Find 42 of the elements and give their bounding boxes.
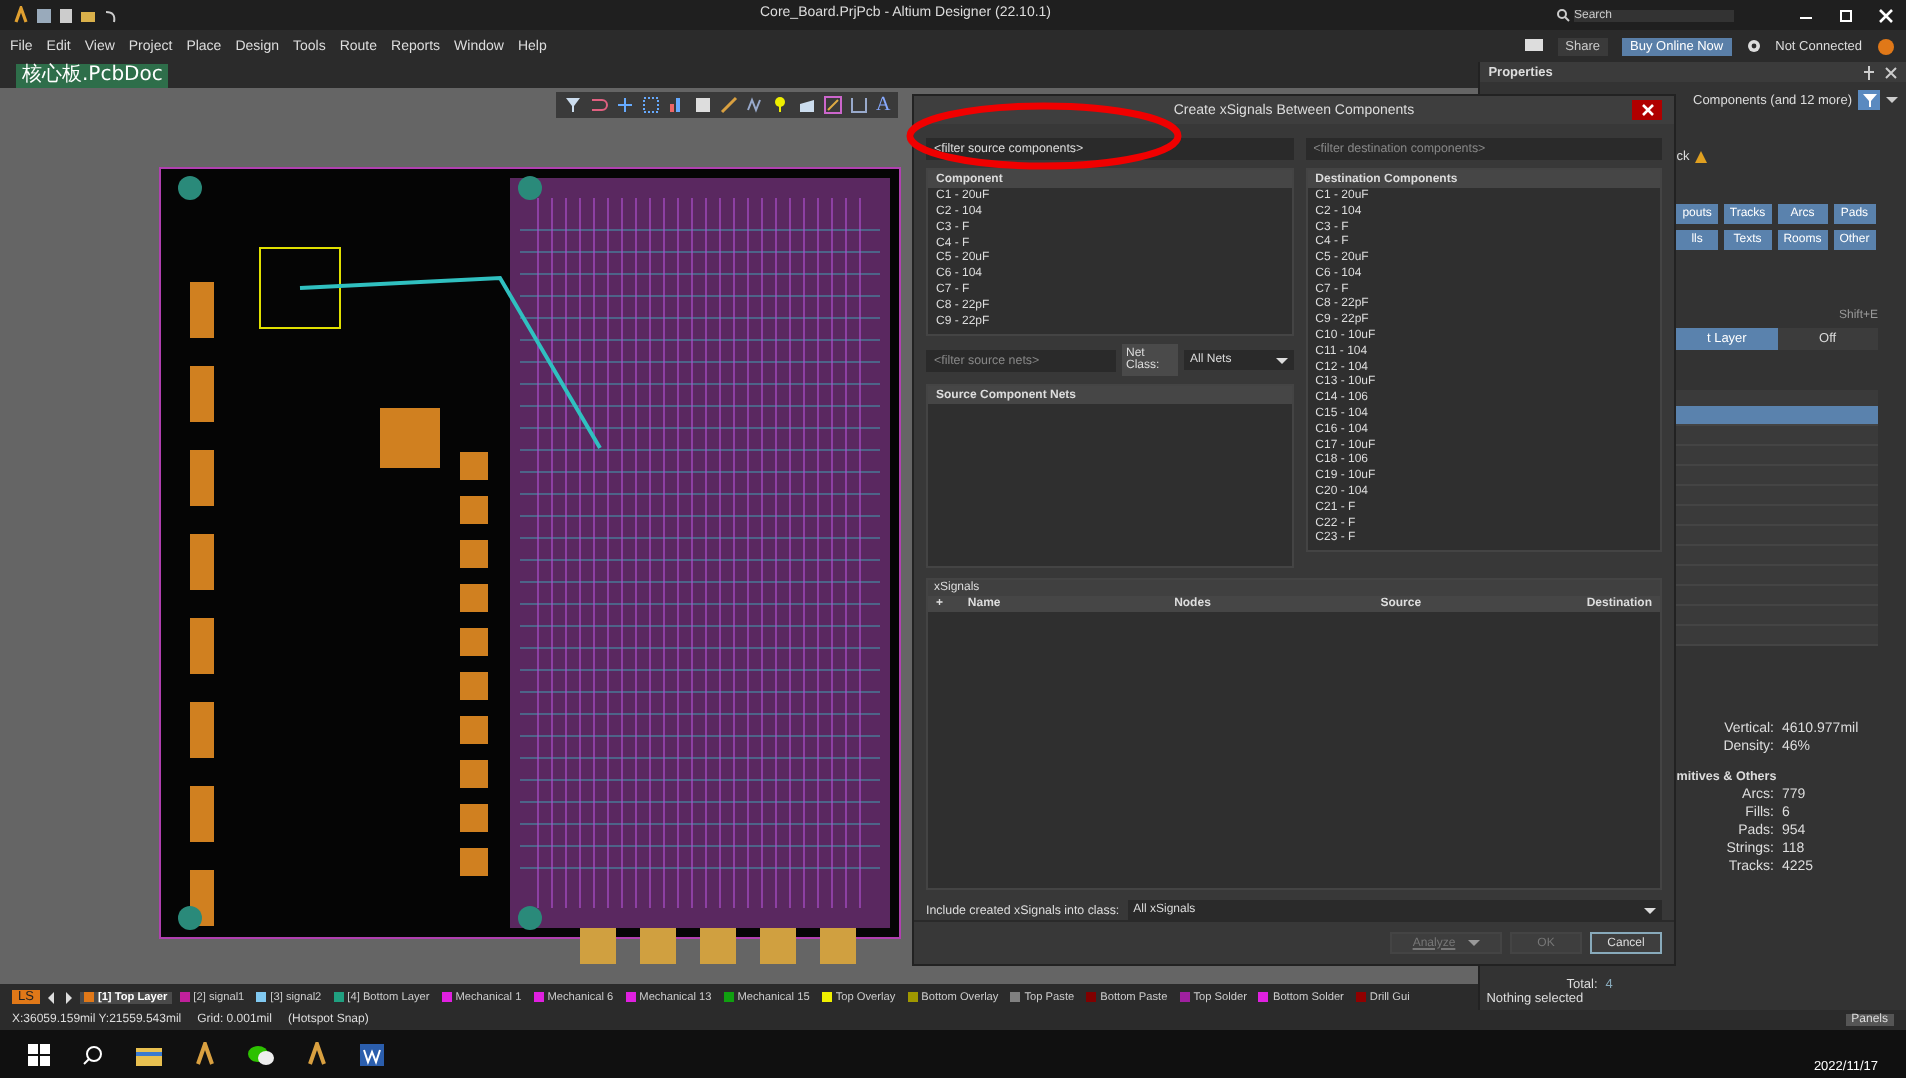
- maximize-icon[interactable]: [1838, 7, 1854, 23]
- diagonal-box-icon[interactable]: [824, 96, 842, 114]
- pin-icon[interactable]: [1862, 65, 1876, 79]
- close-icon[interactable]: [1884, 65, 1898, 79]
- line-icon[interactable]: [720, 96, 738, 114]
- route-icon[interactable]: [590, 96, 608, 114]
- next-icon[interactable]: [61, 989, 76, 1005]
- filter-icon[interactable]: [564, 96, 582, 114]
- settings-icon[interactable]: [1745, 38, 1762, 54]
- word-document-icon[interactable]: [360, 1043, 384, 1065]
- app-logo-icon[interactable]: [306, 1042, 328, 1066]
- filter-icon: [1861, 92, 1877, 108]
- folder-icon[interactable]: [80, 7, 96, 23]
- windows-start-icon[interactable]: [28, 1043, 50, 1065]
- app-logo-icon: [12, 6, 30, 24]
- text-tool[interactable]: A: [876, 96, 891, 114]
- app-logo-icon[interactable]: [194, 1042, 216, 1066]
- warning-icon: [1693, 150, 1708, 164]
- undo-icon[interactable]: [102, 7, 118, 23]
- pin-icon[interactable]: [772, 96, 790, 114]
- chat-bubbles-icon[interactable]: [248, 1043, 274, 1065]
- close-button[interactable]: [1632, 100, 1662, 120]
- square-icon[interactable]: [694, 96, 712, 114]
- bar-chart-icon[interactable]: [668, 96, 686, 114]
- previous-icon[interactable]: [43, 989, 58, 1005]
- search-icon[interactable]: [82, 1043, 104, 1065]
- dropdown-caret-icon: [1275, 355, 1288, 366]
- dropdown-caret-icon: [1467, 938, 1480, 948]
- shape-icon[interactable]: [798, 96, 816, 114]
- plus-icon[interactable]: [616, 96, 634, 114]
- select-rectangle-icon[interactable]: [642, 96, 660, 114]
- search-icon: [1556, 8, 1570, 22]
- filter-button[interactable]: [1858, 90, 1880, 110]
- user-icon[interactable]: [1876, 37, 1896, 55]
- dropdown-caret-icon: [1644, 905, 1656, 915]
- wave-icon[interactable]: [746, 96, 764, 114]
- list-row[interactable]: [1676, 406, 1878, 426]
- close-icon: [1641, 104, 1653, 116]
- frame-icon[interactable]: [850, 96, 868, 114]
- dropdown-caret-icon[interactable]: [1886, 94, 1898, 106]
- document-tab[interactable]: 核心板.PcbDoc: [16, 64, 169, 88]
- folder-icon[interactable]: [136, 1043, 162, 1065]
